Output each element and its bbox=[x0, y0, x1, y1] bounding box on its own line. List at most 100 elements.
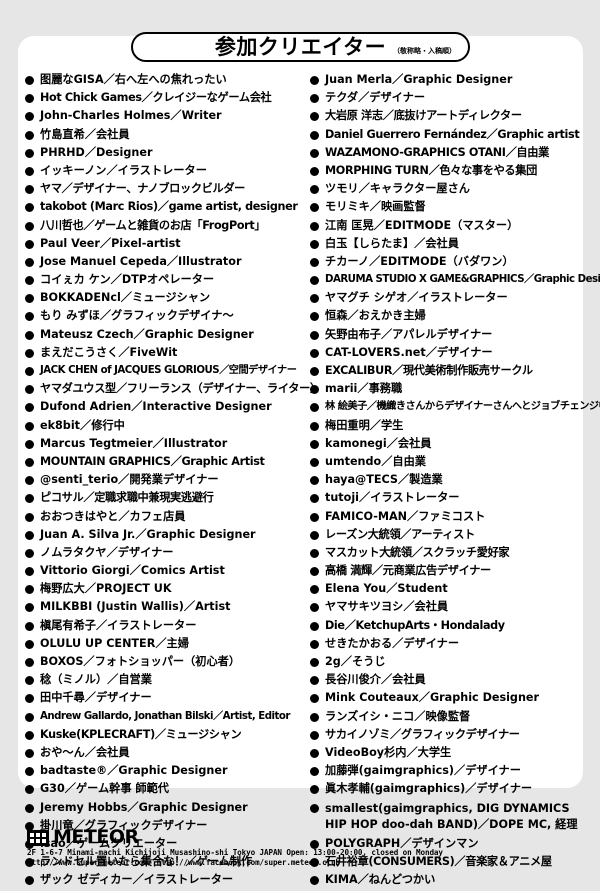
creator-entry-text: ツモリ／キャラクター屋さん bbox=[325, 182, 470, 196]
creator-entry-text: レーズン大統領／アーティスト bbox=[325, 527, 475, 541]
url-line: http://www.super-meteor.com/ http://www.… bbox=[27, 858, 341, 867]
creator-list-item: ヤマダユウス型／フリーランス（デザイナー、ライター） bbox=[25, 382, 321, 400]
creator-entry-text: G30／ゲーム幹事 師範代 bbox=[40, 782, 169, 796]
creator-entry-text: DARUMA STUDIO X GAME&GRAPHICS／Graphic De… bbox=[325, 274, 600, 286]
creator-entry-text: 田中千尋／デザイナー bbox=[40, 691, 152, 705]
creator-entry-text: Hot Chick Games／クレイジーなゲーム会社 bbox=[40, 91, 272, 105]
creator-list-item: 稔（ミノル）／自営業 bbox=[25, 673, 310, 691]
title-note: （敬称略・入稿順） bbox=[393, 47, 456, 55]
creator-list-item: 竹島直希／会社員 bbox=[25, 128, 310, 146]
bullet-icon bbox=[310, 148, 319, 158]
creator-entry-text: takobot (Marc Rios)／game artist, designe… bbox=[40, 200, 298, 214]
creator-list-item: Kuske(KPLECRAFT)／ミュージシャン bbox=[25, 728, 310, 746]
creator-entry-text: Kuske(KPLECRAFT)／ミュージシャン bbox=[40, 727, 242, 741]
bullet-icon bbox=[25, 403, 34, 413]
creator-list-item: おおつきはやと／カフェ店員 bbox=[25, 510, 310, 528]
creator-list-item: G30／ゲーム幹事 師範代 bbox=[25, 782, 310, 800]
bullet-icon bbox=[310, 112, 319, 122]
bullet-icon bbox=[310, 639, 319, 649]
bullet-icon bbox=[25, 457, 34, 467]
creator-list-item: 梅野広大／PROJECT UK bbox=[25, 582, 310, 600]
creator-list-item: まえだこうさく／FiveWit bbox=[25, 346, 310, 364]
creator-list-item: サカイノゾミ／グラフィックデザイナー bbox=[310, 728, 585, 746]
creator-list-item: コイぇカ ケン／DTPオペレーター bbox=[25, 273, 310, 291]
creator-list-item: Vittorio Giorgi／Comics Artist bbox=[25, 564, 310, 582]
bullet-icon bbox=[310, 530, 319, 540]
bullet-icon bbox=[310, 185, 319, 195]
creator-entry-text: Daniel Guerrero Fernández／Graphic artist bbox=[325, 127, 580, 141]
creator-list-item: 江南 匡晃／EDITMODE（マスター） bbox=[310, 219, 585, 237]
creator-list-item: 八川哲也／ゲームと雑貨のお店「FrogPort」 bbox=[25, 219, 310, 237]
creator-entry-text: Die／KetchupArts・Hondalady bbox=[325, 618, 505, 632]
creator-list-item: Mink Couteaux／Graphic Designer bbox=[310, 691, 585, 709]
bullet-icon bbox=[310, 312, 319, 322]
creator-list-item: CAT-LOVERS.net／デザイナー bbox=[310, 346, 585, 364]
bullet-icon bbox=[310, 767, 319, 777]
creator-list-item: レーズン大統領／アーティスト bbox=[310, 528, 585, 546]
bullet-icon bbox=[25, 166, 34, 176]
creator-list-item: ノムラタクヤ／デザイナー bbox=[25, 546, 310, 564]
bullet-icon bbox=[25, 130, 34, 140]
creator-entry-text: ノムラタクヤ／デザイナー bbox=[40, 545, 174, 559]
bullet-icon bbox=[310, 166, 319, 176]
creator-entry-text: kamonegi／会社員 bbox=[325, 436, 432, 450]
bullet-icon bbox=[25, 767, 34, 777]
bullet-icon bbox=[310, 439, 319, 449]
creator-entry-text: おや～ん／会社員 bbox=[40, 745, 130, 759]
creator-entry-text: Mateusz Czech／Graphic Designer bbox=[40, 327, 254, 341]
bullet-icon bbox=[25, 639, 34, 649]
bullet-icon bbox=[25, 494, 34, 504]
creator-list-item: 眞木孝輔(gaimgraphics)／デザイナー bbox=[310, 782, 585, 800]
creator-list-item: ヤマサキツヨシ／会社員 bbox=[310, 600, 585, 618]
creator-list-item: 梅田重明／学生 bbox=[310, 419, 585, 437]
creator-entry-text: ヤマダユウス型／フリーランス（デザイナー、ライター） bbox=[40, 382, 321, 396]
meteor-logo-icon bbox=[27, 830, 49, 846]
creator-list-item: umtendo／自由業 bbox=[310, 455, 585, 473]
creator-entry-text: Mink Couteaux／Graphic Designer bbox=[325, 691, 540, 705]
bullet-icon bbox=[310, 567, 319, 577]
creator-entry-text: FAMICO-MAN／ファミコスト bbox=[325, 509, 486, 523]
creator-entry-text: Juan Merla／Graphic Designer bbox=[325, 73, 513, 86]
title-banner: 参加クリエイター （敬称略・入稿順） bbox=[131, 32, 470, 62]
creator-list-item: ヤマ／デザイナー、ナノブロックビルダー bbox=[25, 182, 310, 200]
creator-list-item: ヤマグチ シゲオ／イラストレーター bbox=[310, 291, 585, 309]
creator-list-item: マスカット大統領／スクラッチ愛好家 bbox=[310, 546, 585, 564]
creator-list-item: 矢野由布子／アパレルデザイナー bbox=[310, 328, 585, 346]
creator-entry-text: 图麗なGISA／右へ左への焦れったい bbox=[40, 73, 227, 86]
creator-list-item: JACK CHEN of JACQUES GLORIOUS／空間デザイナー bbox=[25, 364, 310, 382]
creator-entry-text: MOUNTAIN GRAPHICS／Graphic Artist bbox=[40, 454, 265, 468]
creator-entry-text: CAT-LOVERS.net／デザイナー bbox=[325, 345, 493, 359]
creator-list-item: DARUMA STUDIO X GAME&GRAPHICS／Graphic De… bbox=[310, 273, 600, 291]
bullet-icon bbox=[25, 567, 34, 577]
creator-entry-text: マスカット大統領／スクラッチ愛好家 bbox=[325, 545, 510, 559]
creator-entry-text: サカイノゾミ／グラフィックデザイナー bbox=[325, 727, 520, 741]
creator-list-item: haya@TECS／製造業 bbox=[310, 473, 585, 491]
creator-entry-text: Vittorio Giorgi／Comics Artist bbox=[40, 564, 225, 578]
bullet-icon bbox=[25, 257, 34, 267]
bullet-icon bbox=[310, 239, 319, 249]
creator-entry-text: haya@TECS／製造業 bbox=[325, 473, 443, 487]
creator-list-item: EXCALIBUR／現代美術制作販売サークル bbox=[310, 364, 585, 382]
creator-entry-text: もり みずほ／グラフィックデザイナ～ bbox=[40, 309, 234, 323]
bullet-icon bbox=[25, 803, 34, 813]
bullet-icon bbox=[310, 803, 319, 813]
creator-entry-text: イッキーノン／イラストレーター bbox=[40, 163, 207, 177]
creator-list-item: Juan A. Silva Jr.／Graphic Designer bbox=[25, 528, 310, 546]
creator-list-item: tutoji／イラストレーター bbox=[310, 491, 585, 509]
bullet-icon bbox=[25, 367, 34, 376]
creator-list-item: Die／KetchupArts・Hondalady bbox=[310, 619, 585, 637]
bullet-icon bbox=[310, 130, 319, 140]
creator-list-right: Juan Merla／Graphic Designer テクダ／デザイナー 大岩原 … bbox=[310, 73, 600, 891]
address-line: 2F 1-6-7 Minami-machi Kichijoji Musashin… bbox=[27, 848, 443, 857]
creator-entry-text: 稔（ミノル）／自営業 bbox=[40, 673, 152, 687]
creator-list-item: せきたかおる／デザイナー bbox=[310, 637, 585, 655]
creator-list-item: 2g／そうじ bbox=[310, 655, 585, 673]
bullet-icon bbox=[25, 312, 34, 322]
bullet-icon bbox=[310, 676, 319, 686]
creator-list-item: ピコサル／定職求職中兼現実逃避行 bbox=[25, 491, 310, 509]
creator-entry-text: MILKBBI (Justin Wallis)／Artist bbox=[40, 600, 231, 614]
creator-entry-text: 林 絵美子／機織きさんからデザイナーさんへとジョブチェンジ中 bbox=[325, 401, 600, 413]
creator-entry-text: umtendo／自由業 bbox=[325, 454, 426, 468]
bullet-icon bbox=[310, 694, 319, 704]
creator-list-item: OLULU UP CENTER／主婦 bbox=[25, 637, 310, 655]
